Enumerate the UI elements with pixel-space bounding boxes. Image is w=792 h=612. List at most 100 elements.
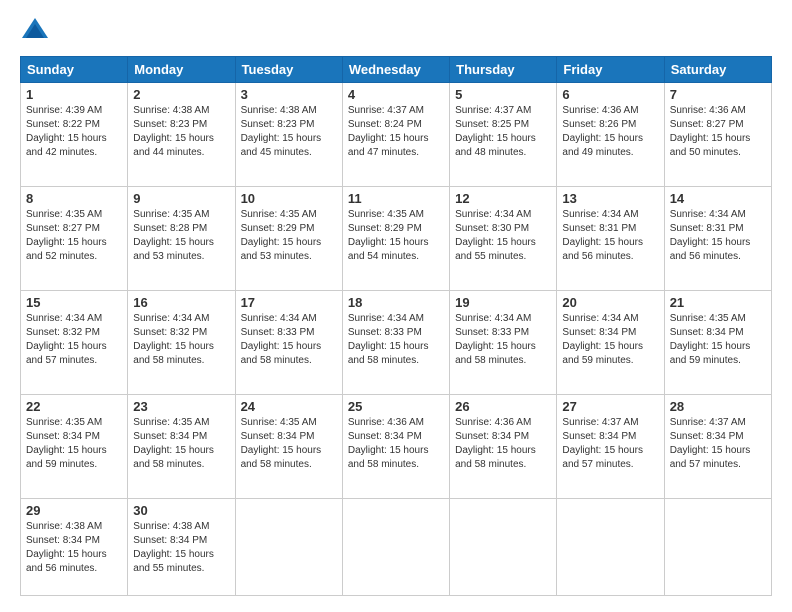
- day-info: Sunrise: 4:36 AM Sunset: 8:27 PM Dayligh…: [670, 104, 766, 160]
- sunset-label: Sunset: 8:33 PM: [455, 327, 529, 338]
- day-info: Sunrise: 4:34 AM Sunset: 8:31 PM Dayligh…: [670, 208, 766, 264]
- day-info: Sunrise: 4:35 AM Sunset: 8:29 PM Dayligh…: [241, 208, 337, 264]
- daylight-label: Daylight: 15 hours and 57 minutes.: [670, 445, 751, 470]
- sunset-label: Sunset: 8:27 PM: [670, 119, 744, 130]
- sunrise-label: Sunrise: 4:38 AM: [241, 105, 317, 116]
- weekday-header: Sunday: [21, 57, 128, 83]
- week-row: 8 Sunrise: 4:35 AM Sunset: 8:27 PM Dayli…: [21, 187, 772, 291]
- day-number: 29: [26, 503, 122, 518]
- day-info: Sunrise: 4:34 AM Sunset: 8:32 PM Dayligh…: [26, 312, 122, 368]
- weekday-header: Wednesday: [342, 57, 449, 83]
- sunset-label: Sunset: 8:34 PM: [133, 535, 207, 546]
- day-number: 1: [26, 87, 122, 102]
- calendar-cell: 2 Sunrise: 4:38 AM Sunset: 8:23 PM Dayli…: [128, 83, 235, 187]
- calendar-cell: 10 Sunrise: 4:35 AM Sunset: 8:29 PM Dayl…: [235, 187, 342, 291]
- sunset-label: Sunset: 8:23 PM: [241, 119, 315, 130]
- sunset-label: Sunset: 8:29 PM: [348, 223, 422, 234]
- sunrise-label: Sunrise: 4:34 AM: [348, 313, 424, 324]
- week-row: 15 Sunrise: 4:34 AM Sunset: 8:32 PM Dayl…: [21, 291, 772, 395]
- calendar-cell: 6 Sunrise: 4:36 AM Sunset: 8:26 PM Dayli…: [557, 83, 664, 187]
- sunset-label: Sunset: 8:33 PM: [241, 327, 315, 338]
- sunset-label: Sunset: 8:26 PM: [562, 119, 636, 130]
- daylight-label: Daylight: 15 hours and 58 minutes.: [348, 341, 429, 366]
- calendar-cell: [664, 499, 771, 596]
- daylight-label: Daylight: 15 hours and 58 minutes.: [455, 341, 536, 366]
- sunset-label: Sunset: 8:33 PM: [348, 327, 422, 338]
- sunrise-label: Sunrise: 4:35 AM: [133, 209, 209, 220]
- calendar-header-row: SundayMondayTuesdayWednesdayThursdayFrid…: [21, 57, 772, 83]
- daylight-label: Daylight: 15 hours and 57 minutes.: [562, 445, 643, 470]
- day-number: 15: [26, 295, 122, 310]
- sunrise-label: Sunrise: 4:34 AM: [241, 313, 317, 324]
- sunrise-label: Sunrise: 4:35 AM: [241, 417, 317, 428]
- day-info: Sunrise: 4:34 AM Sunset: 8:32 PM Dayligh…: [133, 312, 229, 368]
- day-number: 7: [670, 87, 766, 102]
- day-number: 5: [455, 87, 551, 102]
- sunrise-label: Sunrise: 4:38 AM: [133, 521, 209, 532]
- day-info: Sunrise: 4:34 AM Sunset: 8:31 PM Dayligh…: [562, 208, 658, 264]
- daylight-label: Daylight: 15 hours and 42 minutes.: [26, 133, 107, 158]
- calendar-cell: 28 Sunrise: 4:37 AM Sunset: 8:34 PM Dayl…: [664, 395, 771, 499]
- day-info: Sunrise: 4:36 AM Sunset: 8:34 PM Dayligh…: [348, 416, 444, 472]
- day-number: 17: [241, 295, 337, 310]
- sunset-label: Sunset: 8:25 PM: [455, 119, 529, 130]
- daylight-label: Daylight: 15 hours and 59 minutes.: [562, 341, 643, 366]
- day-info: Sunrise: 4:38 AM Sunset: 8:34 PM Dayligh…: [133, 520, 229, 576]
- day-number: 12: [455, 191, 551, 206]
- sunset-label: Sunset: 8:27 PM: [26, 223, 100, 234]
- daylight-label: Daylight: 15 hours and 58 minutes.: [348, 445, 429, 470]
- day-info: Sunrise: 4:37 AM Sunset: 8:24 PM Dayligh…: [348, 104, 444, 160]
- week-row: 1 Sunrise: 4:39 AM Sunset: 8:22 PM Dayli…: [21, 83, 772, 187]
- sunrise-label: Sunrise: 4:35 AM: [241, 209, 317, 220]
- day-number: 6: [562, 87, 658, 102]
- sunset-label: Sunset: 8:31 PM: [562, 223, 636, 234]
- sunrise-label: Sunrise: 4:36 AM: [348, 417, 424, 428]
- daylight-label: Daylight: 15 hours and 58 minutes.: [241, 445, 322, 470]
- day-number: 4: [348, 87, 444, 102]
- sunset-label: Sunset: 8:34 PM: [562, 431, 636, 442]
- daylight-label: Daylight: 15 hours and 53 minutes.: [133, 237, 214, 262]
- sunset-label: Sunset: 8:29 PM: [241, 223, 315, 234]
- sunrise-label: Sunrise: 4:39 AM: [26, 105, 102, 116]
- weekday-header: Tuesday: [235, 57, 342, 83]
- day-number: 9: [133, 191, 229, 206]
- day-info: Sunrise: 4:35 AM Sunset: 8:34 PM Dayligh…: [26, 416, 122, 472]
- daylight-label: Daylight: 15 hours and 54 minutes.: [348, 237, 429, 262]
- week-row: 22 Sunrise: 4:35 AM Sunset: 8:34 PM Dayl…: [21, 395, 772, 499]
- day-info: Sunrise: 4:35 AM Sunset: 8:29 PM Dayligh…: [348, 208, 444, 264]
- weekday-header: Monday: [128, 57, 235, 83]
- sunrise-label: Sunrise: 4:34 AM: [670, 209, 746, 220]
- day-info: Sunrise: 4:38 AM Sunset: 8:23 PM Dayligh…: [241, 104, 337, 160]
- daylight-label: Daylight: 15 hours and 59 minutes.: [670, 341, 751, 366]
- sunset-label: Sunset: 8:34 PM: [348, 431, 422, 442]
- calendar-cell: 11 Sunrise: 4:35 AM Sunset: 8:29 PM Dayl…: [342, 187, 449, 291]
- day-number: 21: [670, 295, 766, 310]
- day-number: 28: [670, 399, 766, 414]
- daylight-label: Daylight: 15 hours and 47 minutes.: [348, 133, 429, 158]
- daylight-label: Daylight: 15 hours and 52 minutes.: [26, 237, 107, 262]
- sunset-label: Sunset: 8:28 PM: [133, 223, 207, 234]
- sunrise-label: Sunrise: 4:36 AM: [670, 105, 746, 116]
- sunrise-label: Sunrise: 4:35 AM: [133, 417, 209, 428]
- day-number: 30: [133, 503, 229, 518]
- day-number: 8: [26, 191, 122, 206]
- day-number: 2: [133, 87, 229, 102]
- sunrise-label: Sunrise: 4:34 AM: [562, 209, 638, 220]
- sunset-label: Sunset: 8:34 PM: [26, 431, 100, 442]
- week-row: 29 Sunrise: 4:38 AM Sunset: 8:34 PM Dayl…: [21, 499, 772, 596]
- day-info: Sunrise: 4:39 AM Sunset: 8:22 PM Dayligh…: [26, 104, 122, 160]
- sunrise-label: Sunrise: 4:34 AM: [455, 313, 531, 324]
- sunset-label: Sunset: 8:34 PM: [26, 535, 100, 546]
- calendar-cell: 3 Sunrise: 4:38 AM Sunset: 8:23 PM Dayli…: [235, 83, 342, 187]
- daylight-label: Daylight: 15 hours and 55 minutes.: [455, 237, 536, 262]
- calendar-cell: 7 Sunrise: 4:36 AM Sunset: 8:27 PM Dayli…: [664, 83, 771, 187]
- daylight-label: Daylight: 15 hours and 53 minutes.: [241, 237, 322, 262]
- day-number: 10: [241, 191, 337, 206]
- sunrise-label: Sunrise: 4:38 AM: [26, 521, 102, 532]
- sunset-label: Sunset: 8:31 PM: [670, 223, 744, 234]
- calendar-cell: 23 Sunrise: 4:35 AM Sunset: 8:34 PM Dayl…: [128, 395, 235, 499]
- calendar-cell: [342, 499, 449, 596]
- daylight-label: Daylight: 15 hours and 59 minutes.: [26, 445, 107, 470]
- calendar-cell: 13 Sunrise: 4:34 AM Sunset: 8:31 PM Dayl…: [557, 187, 664, 291]
- day-number: 18: [348, 295, 444, 310]
